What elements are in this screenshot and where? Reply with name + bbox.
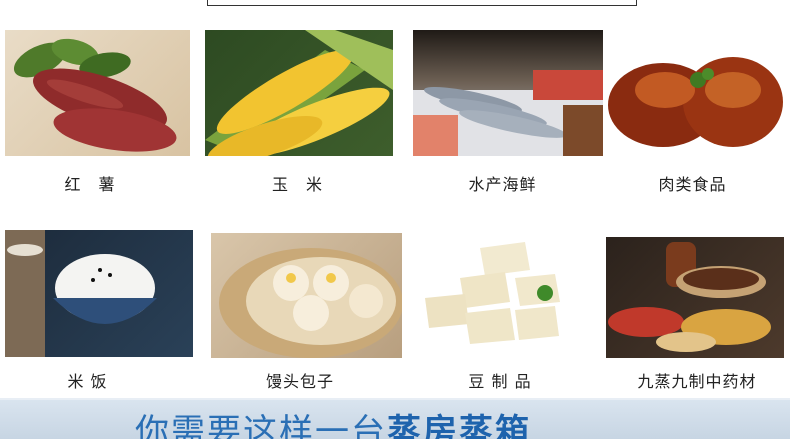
corn-image xyxy=(205,30,393,156)
banner-text-product: 蒸房蒸箱 xyxy=(387,412,531,439)
tofu-image xyxy=(405,238,585,358)
caption-tofu: 豆 制 品 xyxy=(468,372,532,391)
herbal-medicine-image xyxy=(606,237,784,358)
caption-seafood: 水产海鲜 xyxy=(468,175,537,194)
steamed-buns-image xyxy=(211,233,402,358)
rice-bowl-image xyxy=(5,230,193,357)
banner-text-prefix: 你需要这样一台 xyxy=(135,412,387,439)
caption-buns: 馒头包子 xyxy=(265,372,334,391)
top-frame-divider xyxy=(207,0,637,6)
caption-corn: 玉 米 xyxy=(271,175,323,194)
banner-headline: 你需要这样一台蒸房蒸箱 xyxy=(135,404,531,439)
caption-herbal-medicine: 九蒸九制中药材 xyxy=(637,372,757,391)
caption-rice: 米 饭 xyxy=(67,372,108,391)
sweet-potato-image xyxy=(5,30,190,156)
braised-pork-image xyxy=(603,30,784,156)
caption-meat: 肉类食品 xyxy=(658,175,727,194)
seafood-image xyxy=(413,30,603,156)
caption-sweet-potato: 红 薯 xyxy=(64,175,116,194)
